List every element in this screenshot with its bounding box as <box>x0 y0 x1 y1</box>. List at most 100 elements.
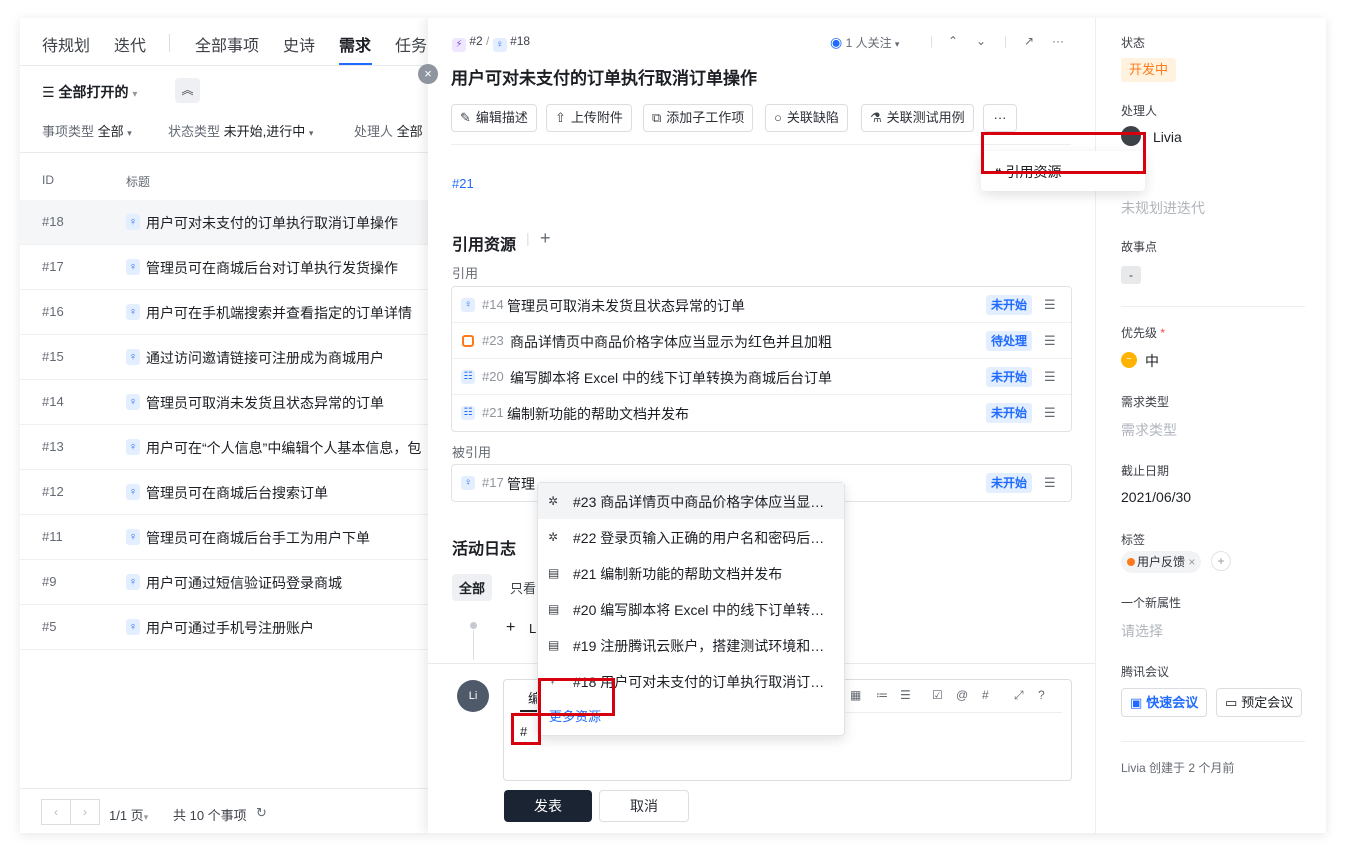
hash-icon[interactable]: # <box>982 688 989 702</box>
status-badge: 未开始 <box>986 295 1033 315</box>
table-row[interactable]: #18 ♀ 用户可对未支付的订单执行取消订单操作 <box>20 200 440 245</box>
tab-requirement[interactable]: 需求 <box>339 32 371 56</box>
status-badge: 未开始 <box>986 403 1033 423</box>
filter-assignee[interactable]: 处理人 全部 <box>354 121 423 140</box>
list-item[interactable]: ✲ #23 商品详情页中商品价格字体应当显示为红色并且加粗 <box>538 483 844 519</box>
prev-item-icon[interactable]: ⌃ <box>948 34 958 48</box>
next-item-icon[interactable]: ⌄ <box>976 34 986 48</box>
table-row[interactable]: #17 ♀ 管理员可在商城后台对订单执行发货操作 <box>20 245 440 290</box>
item-count: 共 10 个事项 <box>173 808 247 823</box>
more-actions-button[interactable]: ··· <box>983 104 1017 132</box>
task-icon: ☷ <box>461 406 475 420</box>
filter-item-type[interactable]: 事项类型 全部 ▾ <box>42 121 132 140</box>
checkbox-icon[interactable]: ☑ <box>932 688 943 702</box>
table-row[interactable]: #14 ♀ 管理员可取消未发货且状态异常的订单 <box>20 380 440 425</box>
view-detail-icon[interactable]: ☰ <box>1044 405 1056 421</box>
list-item[interactable]: ▤ #19 注册腾讯云账户，搭建测试环境和生产环境 <box>538 627 844 663</box>
story-points-value[interactable]: - <box>1121 266 1141 284</box>
list-item[interactable]: ♀ #14 管理员可取消未发货且状态异常的订单 未开始 ☰ <box>452 287 1071 323</box>
custom-attr-value[interactable]: 请选择 <box>1121 621 1163 641</box>
breadcrumb-parent[interactable]: #2 <box>469 34 482 48</box>
view-detail-icon[interactable]: ☰ <box>1044 475 1056 491</box>
table-row[interactable]: #5 ♀ 用户可通过手机号注册账户 <box>20 605 440 650</box>
list-item[interactable]: #23 商品详情页中商品价格字体应当显示为红色并且加粗 待处理 ☰ <box>452 323 1071 359</box>
chevron-down-icon: ▾ <box>127 128 132 138</box>
requirement-type-value[interactable]: 需求类型 <box>1121 420 1177 440</box>
priority-label: 优先级 * <box>1121 324 1165 341</box>
breadcrumb-current: #18 <box>510 34 531 48</box>
status-badge[interactable]: 开发中 <box>1121 58 1177 82</box>
list-item[interactable]: ▤ #20 编写脚本将 Excel 中的线下订单转换为商城后台订单 <box>538 591 844 627</box>
tab-epic[interactable]: 史诗 <box>283 32 315 56</box>
remove-tag-icon[interactable]: × <box>1188 555 1195 569</box>
divider: | <box>930 34 934 48</box>
subitem-icon: ⧉ <box>652 110 662 125</box>
add-tag-button[interactable]: + <box>1211 551 1231 571</box>
table-row[interactable]: #16 ♀ 用户可在手机端搜索并查看指定的订单详情 <box>20 290 440 335</box>
priority-value[interactable]: 中 <box>1145 351 1159 371</box>
row-id: #9 <box>42 574 57 589</box>
row-id: #17 <box>42 259 64 274</box>
view-detail-icon[interactable]: ☰ <box>1044 297 1056 313</box>
filter-status-type[interactable]: 状态类型 未开始,进行中 ▾ <box>168 121 313 140</box>
quick-meeting-button[interactable]: ▣ 快速会议 <box>1121 688 1208 717</box>
tag-chip[interactable]: 用户反馈 × <box>1121 551 1202 573</box>
chevron-down-icon: ▾ <box>894 39 900 49</box>
prev-page-button[interactable]: ‹ <box>41 799 71 825</box>
tab-iteration[interactable]: 迭代 <box>114 32 146 56</box>
view-detail-icon[interactable]: ☰ <box>1044 369 1056 385</box>
table-row[interactable]: #13 ♀ 用户可在“个人信息”中编辑个人基本信息，包 <box>20 425 440 470</box>
watch-button[interactable]: ◉ 1 人关注 ▾ <box>830 34 899 51</box>
table-row[interactable]: #11 ♀ 管理员可在商城后台手工为用户下单 <box>20 515 440 560</box>
activity-tab-all[interactable]: 全部 <box>452 574 493 601</box>
description-link[interactable]: #21 <box>452 176 474 191</box>
view-detail-icon[interactable]: ☰ <box>1044 333 1056 349</box>
list-item[interactable]: ▤ #21 编制新功能的帮助文档并发布 <box>538 555 844 591</box>
tab-task[interactable]: 任务 <box>395 32 427 56</box>
cancel-comment-button[interactable]: 取消 <box>599 790 689 822</box>
link-testcase-button[interactable]: ⚗ 关联测试用例 <box>861 104 974 132</box>
schedule-meeting-button[interactable]: ▭ 预定会议 <box>1216 688 1303 717</box>
button-label: 编辑描述 <box>475 110 528 125</box>
list-item[interactable]: ✲ #22 登录页输入正确的用户名和密码后无法登录 <box>538 519 844 555</box>
table-icon[interactable]: ▦ <box>850 688 861 702</box>
table-row[interactable]: #9 ♀ 用户可通过短信验证码登录商城 <box>20 560 440 605</box>
view-selector[interactable]: ☰ 全部打开的 ▾ <box>42 82 137 102</box>
ordered-list-icon[interactable]: ≔ <box>876 688 888 702</box>
status-badge: 未开始 <box>986 367 1033 387</box>
edit-description-button[interactable]: ✎ 编辑描述 <box>451 104 537 132</box>
link-bug-button[interactable]: ○ 关联缺陷 <box>765 104 848 132</box>
filter-label: 状态类型 <box>168 124 221 139</box>
tab-all-items[interactable]: 全部事项 <box>195 32 259 56</box>
add-subitem-button[interactable]: ⧉ 添加子工作项 <box>643 104 754 132</box>
expand-icon[interactable]: ⤢ <box>1014 688 1024 703</box>
mention-icon[interactable]: @ <box>956 688 968 702</box>
next-page-button[interactable]: › <box>70 799 100 825</box>
refresh-icon[interactable]: ↻ <box>256 805 267 821</box>
collapse-filters-button[interactable]: ︽ <box>175 78 200 103</box>
activity-tab-only[interactable]: 只看 <box>510 578 536 597</box>
bullet-list-icon[interactable]: ☰ <box>900 688 911 702</box>
close-panel-button[interactable]: × <box>418 64 438 84</box>
add-activity-icon[interactable]: + <box>506 619 515 637</box>
add-reference-icon[interactable]: + <box>540 228 551 249</box>
table-row[interactable]: #15 ♀ 通过访问邀请链接可注册成为商城用户 <box>20 335 440 380</box>
upload-attachment-button[interactable]: ⇧ 上传附件 <box>546 104 632 132</box>
chevron-down-icon: ▾ <box>308 128 314 138</box>
issue-title[interactable]: 用户可对未支付的订单执行取消订单操作 <box>451 64 757 89</box>
table-row[interactable]: #12 ♀ 管理员可在商城后台搜索订单 <box>20 470 440 515</box>
breadcrumb-separator: / <box>486 34 490 48</box>
tab-backlog[interactable]: 待规划 <box>42 32 90 56</box>
submit-comment-button[interactable]: 发表 <box>504 790 592 822</box>
row-id: #15 <box>42 349 64 364</box>
assignee-value[interactable]: Livia <box>1153 129 1182 145</box>
open-new-window-icon[interactable]: ↗ <box>1024 34 1034 48</box>
iteration-value[interactable]: 未规划进迭代 <box>1121 198 1205 218</box>
row-title: 管理员可在商城后台搜索订单 <box>146 485 328 501</box>
list-item[interactable]: ☷ #20 编写脚本将 Excel 中的线下订单转换为商城后台订单 未开始 ☰ <box>452 359 1071 395</box>
help-icon[interactable]: ? <box>1038 688 1045 702</box>
due-date-value[interactable]: 2021/06/30 <box>1121 489 1191 505</box>
more-options-icon[interactable]: ··· <box>1052 34 1064 48</box>
page-indicator[interactable]: 1/1 页▾ <box>109 805 148 824</box>
list-item[interactable]: ☷ #21 编制新功能的帮助文档并发布 未开始 ☰ <box>452 395 1071 431</box>
